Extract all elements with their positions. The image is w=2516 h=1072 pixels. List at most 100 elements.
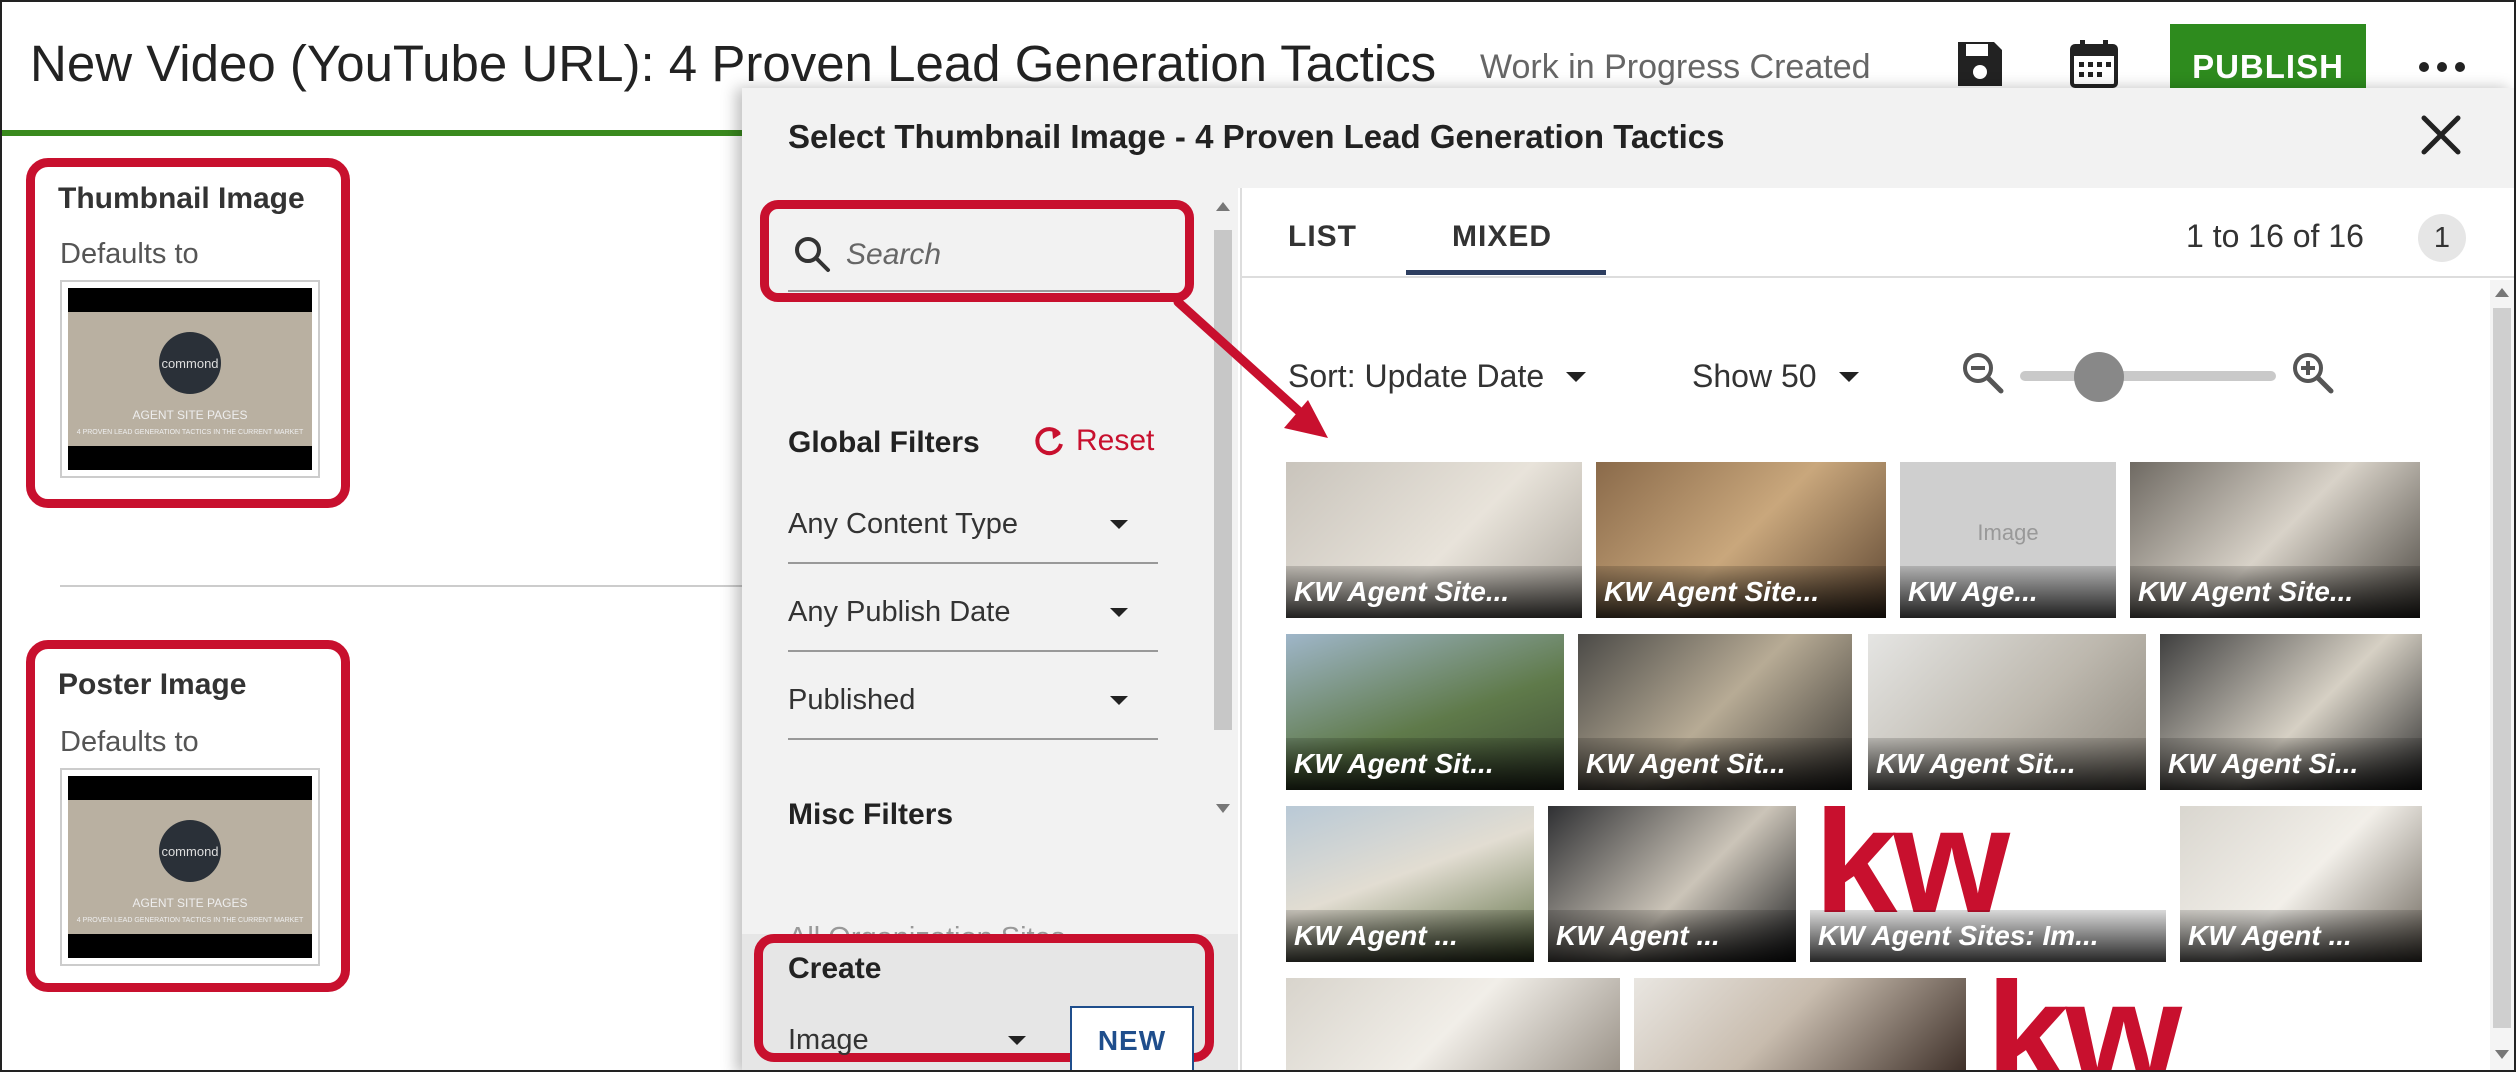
image-tile[interactable]: KW Agent ... [1548,806,1796,962]
create-type-value: Image [788,1024,869,1056]
view-tabs: LIST MIXED 1 to 16 of 16 1 [1242,188,2514,278]
results-pane: LIST MIXED 1 to 16 of 16 1 Sort: Update … [1240,188,2514,1072]
preview-logo: commond [159,820,221,882]
sort-dropdown[interactable]: Sort: Update Date [1288,358,1587,395]
image-tile[interactable]: KW Agent Sit... [1286,634,1564,790]
tile-caption: KW Agent ... [1286,910,1534,962]
kw-logo-tile[interactable]: kw KW Agent Sites: Im... [1810,806,2166,962]
modal-title: Select Thumbnail Image - 4 Proven Lead G… [788,118,1725,155]
app-window: New Video (YouTube URL): 4 Proven Lead G… [0,0,2516,1072]
modal-header: Select Thumbnail Image - 4 Proven Lead G… [742,88,2514,188]
scroll-up-icon[interactable] [2495,288,2509,297]
reset-button[interactable]: Reset [1032,424,1154,458]
create-panel: Create Image NEW [742,934,1238,1070]
status-text: Work in Progress Created [1480,48,1871,86]
tab-mixed[interactable]: MIXED [1452,220,1552,254]
tile-caption: KW Agent Si... [2160,738,2422,790]
scroll-down-icon[interactable] [1216,804,1230,813]
create-type-select[interactable]: Image [788,994,1056,1070]
scroll-up-icon[interactable] [1216,202,1230,211]
select-thumbnail-modal: Select Thumbnail Image - 4 Proven Lead G… [742,88,2514,1072]
preview-subcaption: 4 PROVEN LEAD GENERATION TACTICS IN THE … [76,917,304,924]
tile-caption: KW Agent Site... [1596,566,1886,618]
active-tab-indicator [1406,270,1606,275]
tab-list[interactable]: LIST [1288,220,1357,254]
status-value: Published [788,684,916,716]
poster-default-text: Defaults to [60,726,199,758]
section-divider [60,585,750,587]
tile-caption: KW Agent Sit... [1578,738,1852,790]
zoom-out-icon[interactable] [1960,350,2006,396]
thumbnail-default-text: Defaults to [60,238,199,270]
image-tile[interactable] [1286,978,1620,1070]
scroll-thumb[interactable] [1214,230,1232,730]
sort-label: Sort: Update Date [1288,358,1545,394]
image-tile[interactable] [1634,978,1966,1070]
poster-preview[interactable]: commond AGENT SITE PAGES 4 PROVEN LEAD G… [60,768,320,966]
chevron-down-icon [1110,520,1128,529]
publish-date-value: Any Publish Date [788,596,1011,628]
image-tile[interactable]: KW Agent Sit... [1578,634,1852,790]
preview-subcaption: 4 PROVEN LEAD GENERATION TACTICS IN THE … [76,429,304,436]
results-scrollbar[interactable] [2490,280,2514,1070]
placeholder-text: Image [1977,520,2039,545]
tile-caption: KW Agent Sites: Im... [1810,910,2166,962]
filter-panel: Global Filters Reset Any Content Type An… [742,188,1238,1070]
zoom-slider-track[interactable] [2020,371,2276,381]
calendar-icon[interactable] [2068,38,2120,90]
kw-logo: kw [1986,978,2182,1072]
kw-logo-tile[interactable]: kw [1982,978,2192,1072]
search-icon [795,237,830,272]
tile-caption: KW Age... [1900,566,2116,618]
global-filters-label: Global Filters [788,426,980,459]
image-tile[interactable]: KW Agent ... [1286,806,1534,962]
tile-caption: KW Agent Site... [1286,566,1582,618]
result-count: 1 to 16 of 16 [2186,218,2364,254]
search-input[interactable] [844,232,1148,278]
image-tile[interactable]: KW Agent Site... [1286,462,1582,618]
chevron-down-icon [1838,371,1859,382]
preview-caption: AGENT SITE PAGES [132,896,248,910]
preview-caption: AGENT SITE PAGES [132,408,248,422]
close-icon[interactable] [2414,108,2468,162]
image-tile[interactable]: KW Agent Site... [2130,462,2420,618]
image-tile[interactable]: KW Agent Site... [1596,462,1886,618]
thumbnail-label: Thumbnail Image [58,182,305,215]
zoom-in-icon[interactable] [2290,350,2336,396]
tile-caption: KW Agent ... [1548,910,1796,962]
image-tile[interactable]: KW Agent ... [2180,806,2422,962]
save-icon[interactable] [1954,38,2006,90]
image-tile[interactable]: KW Agent Sit... [1868,634,2146,790]
chevron-down-icon [1008,1036,1026,1045]
tile-caption: KW Agent Sit... [1868,738,2146,790]
reset-icon [1035,427,1063,456]
image-tile[interactable]: Image KW Age... [1900,462,2116,618]
create-label: Create [788,952,882,985]
poster-label: Poster Image [58,668,247,701]
reset-label: Reset [1076,424,1155,457]
tile-caption: KW Agent Sit... [1286,738,1564,790]
tile-caption: KW Agent Site... [2130,566,2420,618]
chevron-down-icon [1110,696,1128,705]
misc-filters-label: Misc Filters [788,798,954,831]
more-icon[interactable] [2412,42,2472,92]
page-size-label: Show 50 [1692,358,1817,394]
status-filter[interactable]: Published [788,654,1158,740]
chevron-down-icon [1110,608,1128,617]
content-type-filter[interactable]: Any Content Type [788,478,1158,564]
content-type-value: Any Content Type [788,508,1019,540]
search-field[interactable] [788,222,1160,292]
scroll-thumb[interactable] [2493,308,2511,1028]
tile-caption: KW Agent ... [2180,910,2422,962]
new-button[interactable]: NEW [1070,1006,1194,1070]
page-size-dropdown[interactable]: Show 50 [1692,358,1859,395]
publish-date-filter[interactable]: Any Publish Date [788,566,1158,652]
image-tile[interactable]: KW Agent Si... [2160,634,2422,790]
chevron-down-icon [1566,371,1587,382]
scroll-down-icon[interactable] [2495,1050,2509,1059]
filter-scrollbar[interactable] [1212,202,1232,820]
page-number-badge[interactable]: 1 [2418,214,2466,262]
zoom-slider-handle[interactable] [2074,352,2124,402]
preview-logo: commond [159,332,221,394]
thumbnail-preview[interactable]: commond AGENT SITE PAGES 4 PROVEN LEAD G… [60,280,320,478]
